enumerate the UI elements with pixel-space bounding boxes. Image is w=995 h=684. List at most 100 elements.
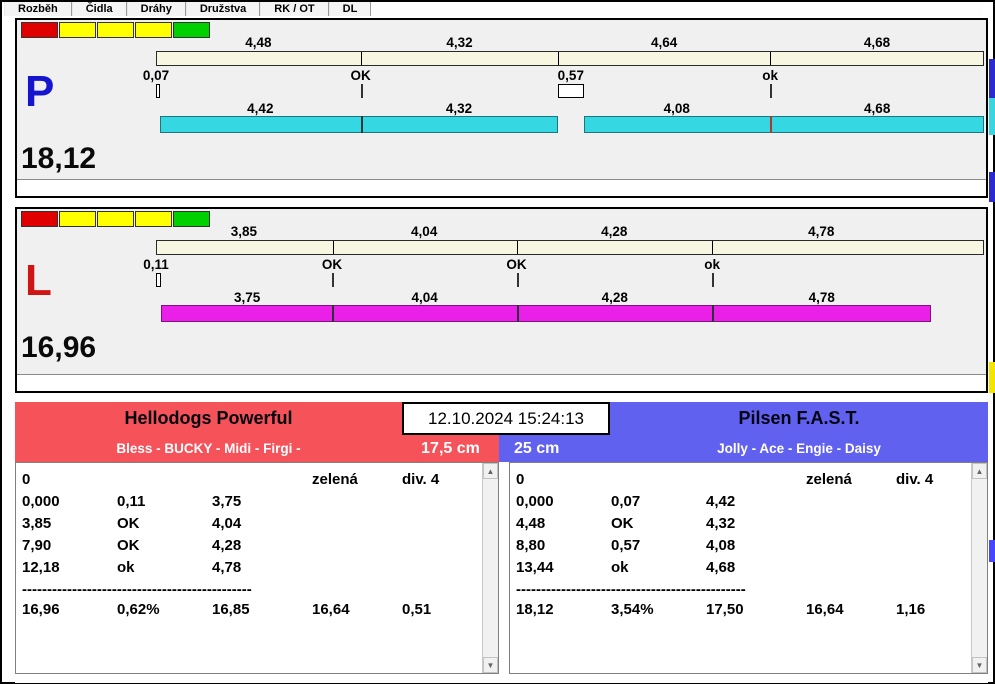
run-log-left-content[interactable]: 0 zelená div. 4 0,000 0,11 3,75 3,85 OK … <box>16 463 481 673</box>
log-separator: ----------------------------------------… <box>516 581 746 598</box>
log-row: 4,48 OK 4,32 <box>516 515 970 537</box>
log-cell: zelená <box>806 471 852 488</box>
tab-dl[interactable]: DL <box>328 2 372 16</box>
split-tick <box>361 52 363 65</box>
changeover-2: OK <box>350 68 371 83</box>
lane-panel-right: 4,48 4,32 4,64 4,68 0,07 OK 0,57 ok 4,42… <box>15 18 988 198</box>
changeover-3: 0,57 <box>557 68 584 83</box>
light-yellow2-icon <box>97 211 134 227</box>
run-split-times: 4,42 4,32 4,08 4,68 <box>156 101 984 116</box>
split-tick <box>332 241 334 254</box>
light-red-icon <box>21 22 58 38</box>
log-total-time: 18,12 <box>516 601 554 618</box>
run-bar-divider <box>360 116 363 133</box>
team-left-dogs-text: Bless - BUCKY - Midi - Firgi - <box>116 441 301 456</box>
log-cell: 8,80 <box>516 537 546 554</box>
run-log-right-content[interactable]: 0 zelená div. 4 0,000 0,07 4,42 4,48 OK … <box>510 463 970 673</box>
plan-time-bar <box>156 240 984 255</box>
log-row: 0,000 0,07 4,42 <box>516 493 970 515</box>
changeover-tick <box>360 84 363 98</box>
tab-cidla[interactable]: Čidla <box>71 2 127 16</box>
tab-drahy[interactable]: Dráhy <box>126 2 186 16</box>
tab-rozbeh[interactable]: Rozběh <box>4 2 72 16</box>
background-window-edge <box>989 362 995 393</box>
jump-height-left-text: 17,5 cm <box>421 439 480 457</box>
log-cell: OK <box>611 515 634 532</box>
scroll-up-icon[interactable]: ▲ <box>972 463 987 479</box>
jump-height-right-text: 25 cm <box>514 439 560 457</box>
log-cell: 4,42 <box>706 493 736 510</box>
plan-split-3: 4,28 <box>601 224 628 239</box>
log-cell: 4,04 <box>212 515 242 532</box>
run-log-left: 0 zelená div. 4 0,000 0,11 3,75 3,85 OK … <box>15 462 499 674</box>
background-window-edge <box>989 98 995 135</box>
light-yellow2-icon <box>97 22 134 38</box>
log-cell: 12,18 <box>22 559 60 576</box>
panel-footer-strip <box>17 179 986 196</box>
changeover-tick <box>331 273 334 287</box>
log-cell: OK <box>117 515 140 532</box>
log-cell: 0,11 <box>117 493 146 510</box>
run-split-3: 4,28 <box>601 290 628 305</box>
changeover-3: OK <box>506 257 527 272</box>
run-split-2: 4,32 <box>445 101 473 116</box>
split-tick <box>558 52 560 65</box>
log-row: 3,85 OK 4,04 <box>22 515 481 537</box>
log-cell: 3,75 <box>212 493 242 510</box>
log-header-row: 0 zelená div. 4 <box>516 471 970 493</box>
log-cell: 4,78 <box>212 559 242 576</box>
log-cell: 4,32 <box>706 515 736 532</box>
tab-rk-ot[interactable]: RK / OT <box>260 2 329 16</box>
plan-split-times: 3,85 4,04 4,28 4,78 <box>156 224 984 239</box>
scoreboard: Hellodogs Powerful 12.10.2024 15:24:13 P… <box>15 402 988 683</box>
tab-bar: Rozběh Čidla Dráhy Družstva RK / OT DL <box>4 2 983 16</box>
light-yellow1-icon <box>59 22 96 38</box>
scroll-down-icon[interactable]: ▼ <box>972 657 987 673</box>
log-totals-row: 18,12 3,54% 17,50 16,64 1,16 <box>516 601 970 627</box>
run-split-4: 4,78 <box>808 290 835 305</box>
run-time-bar <box>156 305 984 322</box>
team-left-dogs: Bless - BUCKY - Midi - Firgi - <box>15 435 402 462</box>
split-tick <box>711 241 713 254</box>
log-cell: 7,90 <box>22 537 52 554</box>
run-split-times: 3,75 4,04 4,28 4,78 <box>156 290 984 305</box>
log-total-ref: 16,64 <box>806 601 844 618</box>
changeover-4: ok <box>704 257 720 272</box>
log-total-net: 17,50 <box>706 601 744 618</box>
changeover-gap-marker <box>156 273 162 287</box>
scrollbar-vertical[interactable]: ▲ ▼ <box>482 463 498 673</box>
scrollbar-vertical[interactable]: ▲ ▼ <box>971 463 987 673</box>
run-split-4: 4,68 <box>864 101 891 116</box>
run-bar-divider <box>712 305 715 322</box>
log-total-ref: 16,64 <box>312 601 350 618</box>
log-total-diff: 0,51 <box>402 601 432 618</box>
datetime-text: 12.10.2024 15:24:13 <box>428 408 584 428</box>
changeover-tick <box>516 273 519 287</box>
run-bar-segment <box>584 116 984 133</box>
log-cell: 4,28 <box>212 537 242 554</box>
lane-total-time-left: 16,96 <box>21 331 97 364</box>
changeover-gap-marker <box>156 84 160 98</box>
run-bar-segment <box>159 116 559 133</box>
changeover-2: OK <box>321 257 343 272</box>
light-red-icon <box>21 211 58 227</box>
light-yellow1-icon <box>59 211 96 227</box>
scroll-down-icon[interactable]: ▼ <box>483 657 498 673</box>
log-cell: 0,000 <box>22 493 60 510</box>
plan-split-1: 4,48 <box>245 35 272 50</box>
tab-druzstva[interactable]: Družstva <box>185 2 261 16</box>
run-split-1: 3,75 <box>233 290 261 305</box>
changeover-gap-marker <box>558 84 585 98</box>
lane-letter-right: P <box>25 67 55 116</box>
run-split-3: 4,08 <box>663 101 690 116</box>
log-row: 0,000 0,11 3,75 <box>22 493 481 515</box>
datetime-box: 12.10.2024 15:24:13 <box>402 402 610 435</box>
run-split-2: 4,04 <box>411 290 438 305</box>
run-log-right: 0 zelená div. 4 0,000 0,07 4,42 4,48 OK … <box>509 462 988 674</box>
lane-panel-left: 3,85 4,04 4,28 4,78 0,11 OK OK ok 3,75 4… <box>15 207 988 393</box>
lane-letter-left: L <box>25 256 52 305</box>
log-total-pct: 3,54% <box>611 601 654 618</box>
changeover-labels: 0,07 OK 0,57 ok <box>143 68 984 83</box>
plan-split-4: 4,68 <box>863 35 891 50</box>
scroll-up-icon[interactable]: ▲ <box>483 463 498 479</box>
